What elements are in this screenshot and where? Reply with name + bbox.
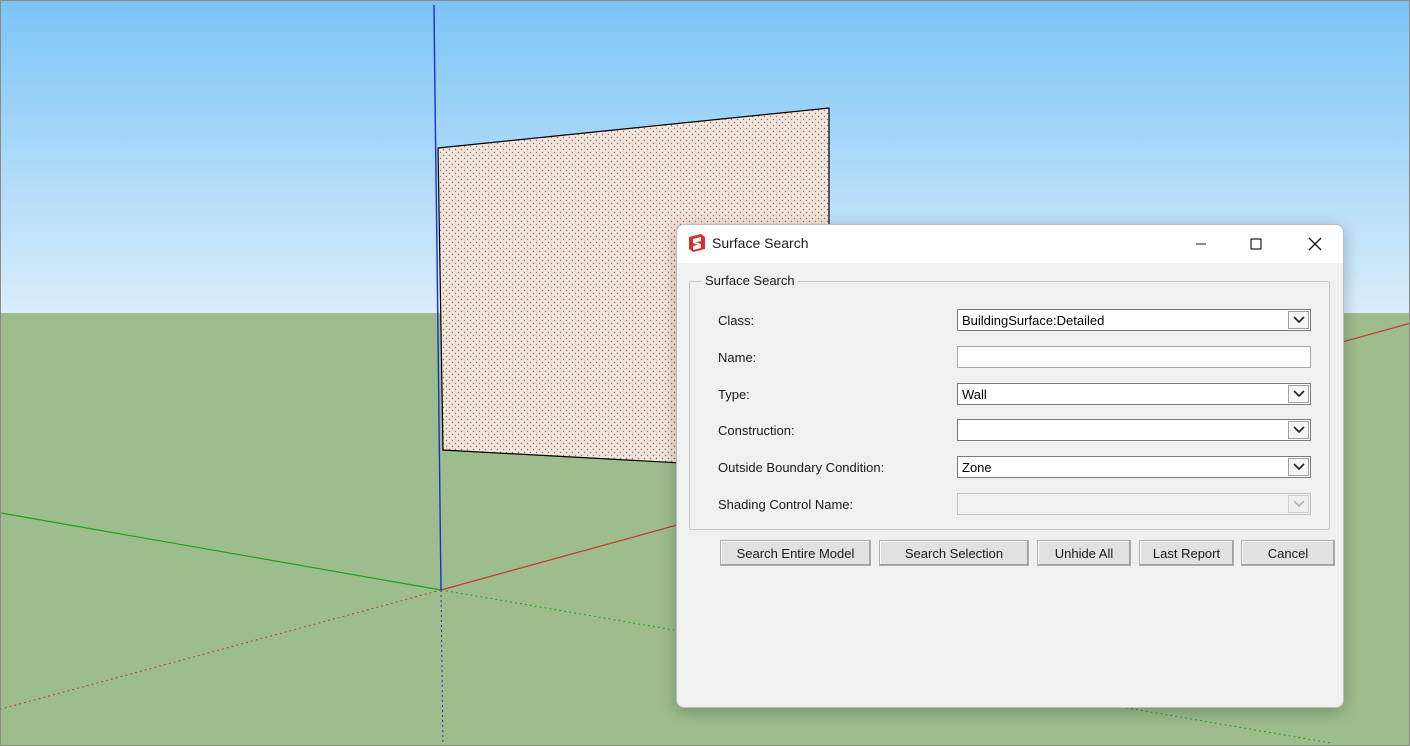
surface-search-group: Surface Search Class: BuildingSurface:De…: [689, 273, 1330, 530]
search-entire-model-button[interactable]: Search Entire Model: [720, 540, 871, 566]
last-report-button[interactable]: Last Report: [1139, 540, 1234, 566]
sketchup-icon: [689, 234, 705, 252]
construction-label: Construction:: [718, 423, 795, 438]
cancel-button[interactable]: Cancel: [1241, 540, 1335, 566]
maximize-icon: [1250, 238, 1262, 250]
outside-boundary-dropdown-button[interactable]: [1288, 458, 1309, 476]
class-label: Class:: [718, 313, 755, 328]
construction-dropdown-button[interactable]: [1288, 421, 1309, 439]
chevron-down-icon: [1292, 463, 1305, 471]
unhide-all-button[interactable]: Unhide All: [1037, 540, 1131, 566]
minimize-icon: [1196, 243, 1206, 245]
chevron-down-icon: [1292, 316, 1305, 324]
class-select[interactable]: BuildingSurface:Detailed: [957, 309, 1311, 331]
type-value: Wall: [962, 387, 987, 402]
surface-search-dialog: Surface Search Surface Search Class: Bui…: [676, 224, 1344, 708]
type-select[interactable]: Wall: [957, 383, 1311, 405]
type-label: Type:: [718, 387, 750, 402]
title-bar[interactable]: Surface Search: [677, 225, 1343, 263]
construction-select[interactable]: [957, 419, 1311, 441]
chevron-down-icon: [1292, 500, 1305, 508]
shading-control-select: [957, 493, 1311, 515]
close-icon: [1308, 237, 1322, 251]
window-title: Surface Search: [712, 235, 809, 251]
maximize-button[interactable]: [1227, 225, 1285, 263]
class-dropdown-button[interactable]: [1288, 311, 1309, 329]
shading-control-label: Shading Control Name:: [718, 497, 854, 512]
outside-boundary-select[interactable]: Zone: [957, 456, 1311, 478]
minimize-button[interactable]: [1172, 225, 1230, 263]
chevron-down-icon: [1292, 426, 1305, 434]
outside-boundary-value: Zone: [962, 460, 992, 475]
close-button[interactable]: [1286, 225, 1343, 263]
name-input[interactable]: [957, 346, 1311, 368]
search-selection-button[interactable]: Search Selection: [879, 540, 1029, 566]
shading-control-dropdown-button: [1288, 495, 1309, 513]
chevron-down-icon: [1292, 390, 1305, 398]
name-label: Name:: [718, 350, 757, 365]
group-title: Surface Search: [702, 273, 798, 288]
type-dropdown-button[interactable]: [1288, 385, 1309, 403]
class-value: BuildingSurface:Detailed: [962, 313, 1105, 328]
outside-boundary-label: Outside Boundary Condition:: [718, 460, 885, 475]
